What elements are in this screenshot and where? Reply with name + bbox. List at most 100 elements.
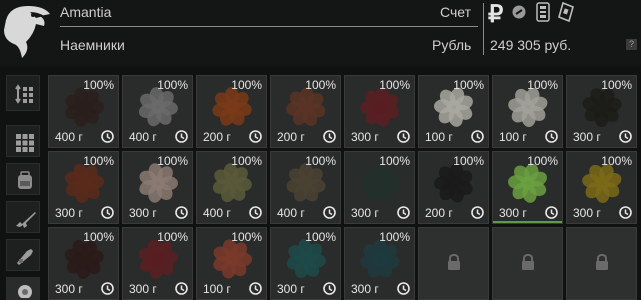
item-durability: 100% xyxy=(157,154,188,168)
clock-icon xyxy=(545,206,558,219)
clock-icon xyxy=(619,206,632,219)
flower-icon xyxy=(18,285,32,298)
clock-icon xyxy=(101,130,114,143)
clock-icon xyxy=(397,206,410,219)
clock-icon xyxy=(619,130,632,143)
item-price: 300 г xyxy=(351,206,379,220)
locked-slot xyxy=(566,227,637,300)
item-durability: 100% xyxy=(379,154,410,168)
item-cell[interactable]: 100% 300 г xyxy=(492,151,563,224)
item-price: 300 г xyxy=(351,282,379,296)
item-cell[interactable]: 100% 300 г xyxy=(48,227,119,300)
item-cell[interactable]: 100% 100 г xyxy=(196,227,267,300)
item-durability: 100% xyxy=(527,78,558,92)
item-durability: 100% xyxy=(231,230,262,244)
ruble-currency-icon[interactable]: ₽ xyxy=(488,0,503,29)
dogtag-currency-icon[interactable] xyxy=(557,1,577,23)
item-durability: 100% xyxy=(83,154,114,168)
item-price: 300 г xyxy=(573,130,601,144)
item-durability: 100% xyxy=(527,154,558,168)
item-price: 300 г xyxy=(499,206,527,220)
clock-icon xyxy=(323,282,336,295)
item-durability: 100% xyxy=(231,78,262,92)
item-cell[interactable]: 100% 300 г xyxy=(566,151,637,224)
item-durability: 100% xyxy=(379,230,410,244)
medical-filter-button[interactable] xyxy=(6,277,40,300)
clock-icon xyxy=(471,130,484,143)
euro-currency-icon[interactable] xyxy=(512,5,526,19)
weapon-mod-icon xyxy=(17,249,33,265)
backpack-icon xyxy=(18,171,32,189)
item-cell[interactable]: 100% 200 г xyxy=(270,75,341,148)
item-durability: 100% xyxy=(83,230,114,244)
item-price: 200 г xyxy=(203,130,231,144)
item-cell[interactable]: 100% 300 г xyxy=(48,151,119,224)
item-price: 100 г xyxy=(203,282,231,296)
dollar-currency-icon[interactable] xyxy=(535,2,551,22)
item-durability: 100% xyxy=(157,230,188,244)
item-cell[interactable]: 100% 400 г xyxy=(48,75,119,148)
item-cell[interactable]: 100% 300 г xyxy=(122,151,193,224)
item-price: 400 г xyxy=(129,130,157,144)
item-durability: 100% xyxy=(379,78,410,92)
item-cell[interactable]: 100% 100 г xyxy=(418,75,489,148)
item-cell[interactable]: 100% 300 г xyxy=(122,227,193,300)
item-cell[interactable]: 100% 300 г xyxy=(344,75,415,148)
locked-slot xyxy=(492,227,563,300)
highlight-bar xyxy=(493,221,562,223)
rifle-icon xyxy=(16,212,36,228)
trader-name: Amantia xyxy=(60,4,112,20)
balance-value: 249 305 руб. xyxy=(490,37,572,53)
item-cell[interactable]: 100% 400 г xyxy=(270,151,341,224)
item-cell[interactable]: 100% 200 г xyxy=(196,75,267,148)
weapons-filter-button[interactable] xyxy=(6,201,40,233)
lock-icon xyxy=(522,254,534,270)
item-durability: 100% xyxy=(601,78,632,92)
clock-icon xyxy=(101,282,114,295)
item-durability: 100% xyxy=(601,154,632,168)
help-button[interactable]: ? xyxy=(626,39,637,50)
item-cell[interactable]: 100% 100 г xyxy=(492,75,563,148)
account-label: Счет xyxy=(440,4,471,20)
item-price: 300 г xyxy=(129,282,157,296)
sort-grid-icon xyxy=(15,84,33,104)
item-price: 300 г xyxy=(277,282,305,296)
sort-filter-button[interactable] xyxy=(6,75,40,111)
item-cell[interactable]: 100% 200 г xyxy=(418,151,489,224)
item-price: 300 г xyxy=(55,282,83,296)
clock-icon xyxy=(175,282,188,295)
clock-icon xyxy=(323,206,336,219)
item-price: 200 г xyxy=(425,206,453,220)
item-durability: 100% xyxy=(453,78,484,92)
divider xyxy=(60,26,478,27)
item-durability: 100% xyxy=(231,154,262,168)
item-durability: 100% xyxy=(453,154,484,168)
item-cell[interactable]: 100% 300 г xyxy=(344,227,415,300)
gear-filter-button[interactable] xyxy=(6,163,40,195)
item-price: 300 г xyxy=(129,206,157,220)
item-price: 400 г xyxy=(203,206,231,220)
all-items-filter-button[interactable] xyxy=(6,125,40,157)
item-cell[interactable]: 100% 300 г xyxy=(344,151,415,224)
item-durability: 100% xyxy=(305,78,336,92)
item-cell[interactable]: 100% 400 г xyxy=(196,151,267,224)
item-price: 300 г xyxy=(573,206,601,220)
item-price: 100 г xyxy=(425,130,453,144)
item-cell[interactable]: 100% 300 г xyxy=(270,227,341,300)
clock-icon xyxy=(175,130,188,143)
clock-icon xyxy=(545,130,558,143)
clock-icon xyxy=(249,282,262,295)
mods-filter-button[interactable] xyxy=(6,239,40,271)
item-price: 400 г xyxy=(55,130,83,144)
grid-icon xyxy=(16,134,34,152)
item-cell[interactable]: 100% 300 г xyxy=(566,75,637,148)
trader-items-grid: 100% 400 г 100% 400 г 100% 200 г 100% 200 г 100%… xyxy=(48,75,641,300)
clock-icon xyxy=(471,206,484,219)
lock-icon xyxy=(596,254,608,270)
item-durability: 100% xyxy=(83,78,114,92)
locked-slot xyxy=(418,227,489,300)
item-cell[interactable]: 100% 400 г xyxy=(122,75,193,148)
item-durability: 100% xyxy=(157,78,188,92)
item-price: 300 г xyxy=(351,130,379,144)
trader-header: Amantia Счет Наемники Рубль ₽ 249 305 ру… xyxy=(0,0,641,66)
